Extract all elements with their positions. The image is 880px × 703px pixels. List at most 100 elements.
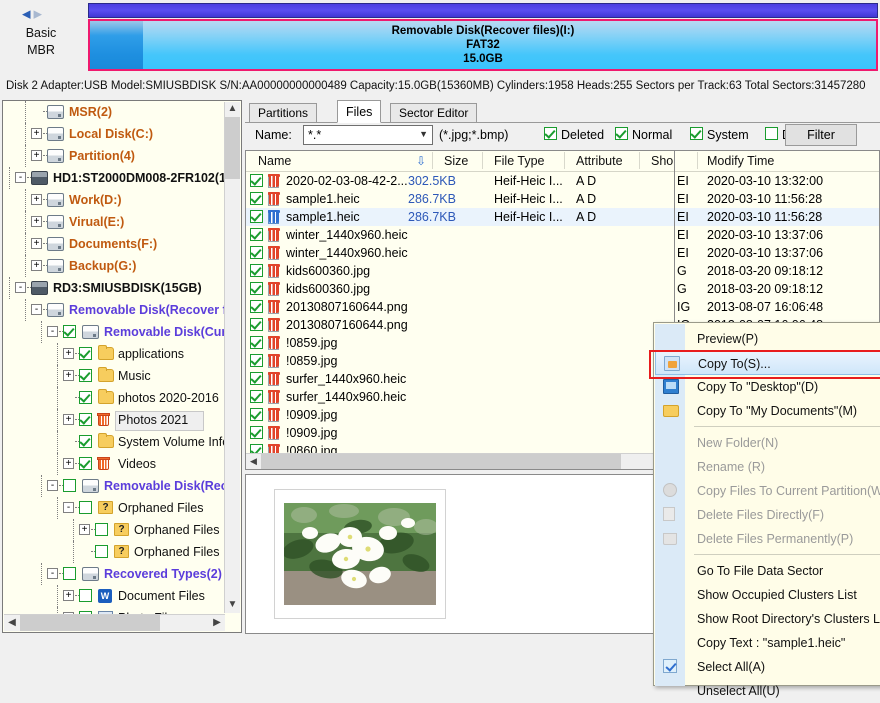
partition-block[interactable]: Removable Disk(Recover files)(I:) FAT32 … (88, 19, 878, 71)
menu-item-select-all-a[interactable]: Select All(A) (655, 655, 880, 679)
file-hscroll-thumb[interactable] (261, 454, 621, 469)
tree-item-23[interactable]: +Photo Files (3, 607, 226, 614)
file-row-right[interactable]: EI2020-03-10 13:32:00 (675, 172, 880, 190)
expand-toggle-icon[interactable]: + (63, 590, 74, 601)
tree-item-16[interactable]: +Videos (3, 453, 226, 475)
expand-toggle-icon[interactable]: + (31, 216, 42, 227)
tree-item-11[interactable]: +applications (3, 343, 226, 365)
file-row-checkbox[interactable] (250, 354, 263, 367)
filter-checkbox-duplicate[interactable] (765, 127, 778, 140)
tree-item-1[interactable]: +Local Disk(C:) (3, 123, 226, 145)
tree-item-checkbox[interactable] (79, 369, 92, 382)
scroll-left-icon[interactable]: ◀ (4, 615, 20, 631)
file-row[interactable]: sample1.heic286.7KBHeif-Heic I...A D (246, 208, 675, 226)
column-header-attribute[interactable]: Attribute (576, 154, 623, 168)
tree-horizontal-scrollbar[interactable]: ◀ ▶ (4, 614, 225, 631)
file-row-checkbox[interactable] (250, 318, 263, 331)
tree-item-9[interactable]: -Removable Disk(Recover fil (3, 299, 226, 321)
tree-item-checkbox[interactable] (79, 347, 92, 360)
file-row-checkbox[interactable] (250, 372, 263, 385)
expand-toggle-icon[interactable]: + (63, 458, 74, 469)
tree-vertical-scrollbar[interactable]: ▲ ▼ (224, 102, 240, 613)
column-header-name[interactable]: Name (258, 154, 291, 168)
file-row[interactable]: !0909.jpg (246, 406, 675, 424)
tree-item-22[interactable]: +WDocument Files (3, 585, 226, 607)
collapse-toggle-icon[interactable]: - (15, 282, 26, 293)
column-header-file-type[interactable]: File Type (494, 154, 545, 168)
tree-item-checkbox[interactable] (79, 589, 92, 602)
tree-item-checkbox[interactable] (95, 523, 108, 536)
collapse-toggle-icon[interactable]: - (63, 502, 74, 513)
file-row-checkbox[interactable] (250, 336, 263, 349)
file-list-hscrollbar[interactable]: ◀ ▶ (246, 453, 674, 469)
file-row-checkbox[interactable] (250, 246, 263, 259)
tree-item-checkbox[interactable] (63, 479, 76, 492)
file-row-right[interactable]: G2018-03-20 09:18:12 (675, 262, 880, 280)
file-row[interactable]: winter_1440x960.heic (246, 244, 675, 262)
file-row[interactable]: kids600360.jpg (246, 262, 675, 280)
device-tree-panel[interactable]: MSR(2)+Local Disk(C:)+Partition(4)-HD1:S… (2, 100, 242, 633)
file-list-header[interactable]: NameSizeFile TypeAttributeShort NameModi… (246, 151, 675, 172)
column-divider[interactable] (639, 152, 640, 169)
file-row-checkbox[interactable] (250, 282, 263, 295)
column-header-size[interactable]: Size (444, 154, 468, 168)
menu-item-copy-to-my-documents-m[interactable]: Copy To "My Documents"(M) (655, 399, 880, 423)
tree-item-4[interactable]: +Work(D:) (3, 189, 226, 211)
menu-item-go-to-file-data-sector[interactable]: Go To File Data Sector▶ (655, 559, 880, 583)
tree-item-18[interactable]: -?Orphaned Files (3, 497, 226, 519)
file-row[interactable]: !0859.jpg (246, 334, 675, 352)
scroll-up-icon[interactable]: ▲ (225, 102, 240, 117)
file-row[interactable]: kids600360.jpg (246, 280, 675, 298)
scroll-down-icon[interactable]: ▼ (225, 598, 240, 613)
tree-item-5[interactable]: +Virual(E:) (3, 211, 226, 233)
column-divider[interactable] (564, 152, 565, 169)
file-scroll-left-icon[interactable]: ◀ (246, 454, 261, 469)
column-divider[interactable] (697, 152, 698, 169)
expand-toggle-icon[interactable]: + (63, 370, 74, 381)
file-row[interactable]: 2020-02-03-08-42-2...302.5KBHeif-Heic I.… (246, 172, 675, 190)
column-divider[interactable] (432, 152, 433, 169)
tab-sector-editor[interactable]: Sector Editor (390, 103, 477, 122)
file-row-checkbox[interactable] (250, 426, 263, 439)
file-row[interactable]: 20130807160644.png (246, 298, 675, 316)
menu-item-show-occupied-clusters-list[interactable]: Show Occupied Clusters List (655, 583, 880, 607)
file-row-checkbox[interactable] (250, 192, 263, 205)
tree-item-3[interactable]: -HD1:ST2000DM008-2FR102(18 (3, 167, 226, 189)
tree-item-2[interactable]: +Partition(4) (3, 145, 226, 167)
file-row[interactable]: !0909.jpg (246, 424, 675, 442)
tree-item-6[interactable]: +Documents(F:) (3, 233, 226, 255)
expand-toggle-icon[interactable]: + (31, 260, 42, 271)
file-row[interactable]: surfer_1440x960.heic (246, 388, 675, 406)
tree-item-15[interactable]: System Volume Info (3, 431, 226, 453)
file-row[interactable]: winter_1440x960.heic (246, 226, 675, 244)
file-row-right[interactable]: EI2020-03-10 13:37:06 (675, 226, 880, 244)
tree-item-20[interactable]: ?Orphaned Files ! (3, 541, 226, 563)
tree-hscroll-thumb[interactable] (20, 615, 160, 631)
tree-item-10[interactable]: -Removable Disk(Curre (3, 321, 226, 343)
tree-item-12[interactable]: +Music (3, 365, 226, 387)
column-header-short-name[interactable]: Short Name (651, 154, 675, 168)
collapse-toggle-icon[interactable]: - (47, 568, 58, 579)
tree-item-checkbox[interactable] (95, 545, 108, 558)
collapse-toggle-icon[interactable]: - (47, 480, 58, 491)
menu-item-preview-p[interactable]: Preview(P) (655, 327, 880, 351)
file-row-right[interactable]: EI2020-03-10 11:56:28 (675, 190, 880, 208)
sort-descending-icon[interactable]: ⇩ (416, 154, 426, 168)
tree-item-checkbox[interactable] (63, 325, 76, 338)
tree-item-0[interactable]: MSR(2) (3, 101, 226, 123)
tree-item-19[interactable]: +?Orphaned Files ! (3, 519, 226, 541)
file-row[interactable]: sample1.heic286.7KBHeif-Heic I...A D (246, 190, 675, 208)
filter-checkbox-normal[interactable] (615, 127, 628, 140)
chevron-down-icon[interactable]: ▼ (419, 129, 428, 139)
filter-checkbox-deleted[interactable] (544, 127, 557, 140)
tree-scroll-thumb[interactable] (225, 117, 240, 179)
collapse-toggle-icon[interactable]: - (15, 172, 26, 183)
filter-button[interactable]: Filter (785, 124, 857, 146)
tree-item-checkbox[interactable] (79, 501, 92, 514)
column-divider[interactable] (482, 152, 483, 169)
file-row-right[interactable]: EI2020-03-10 13:37:06 (675, 244, 880, 262)
tree-item-17[interactable]: -Removable Disk(Reco (3, 475, 226, 497)
name-filter-input[interactable]: *.* ▼ (303, 125, 433, 145)
tree-item-checkbox[interactable] (79, 435, 92, 448)
file-list-panel[interactable]: NameSizeFile TypeAttributeShort NameModi… (245, 150, 675, 470)
